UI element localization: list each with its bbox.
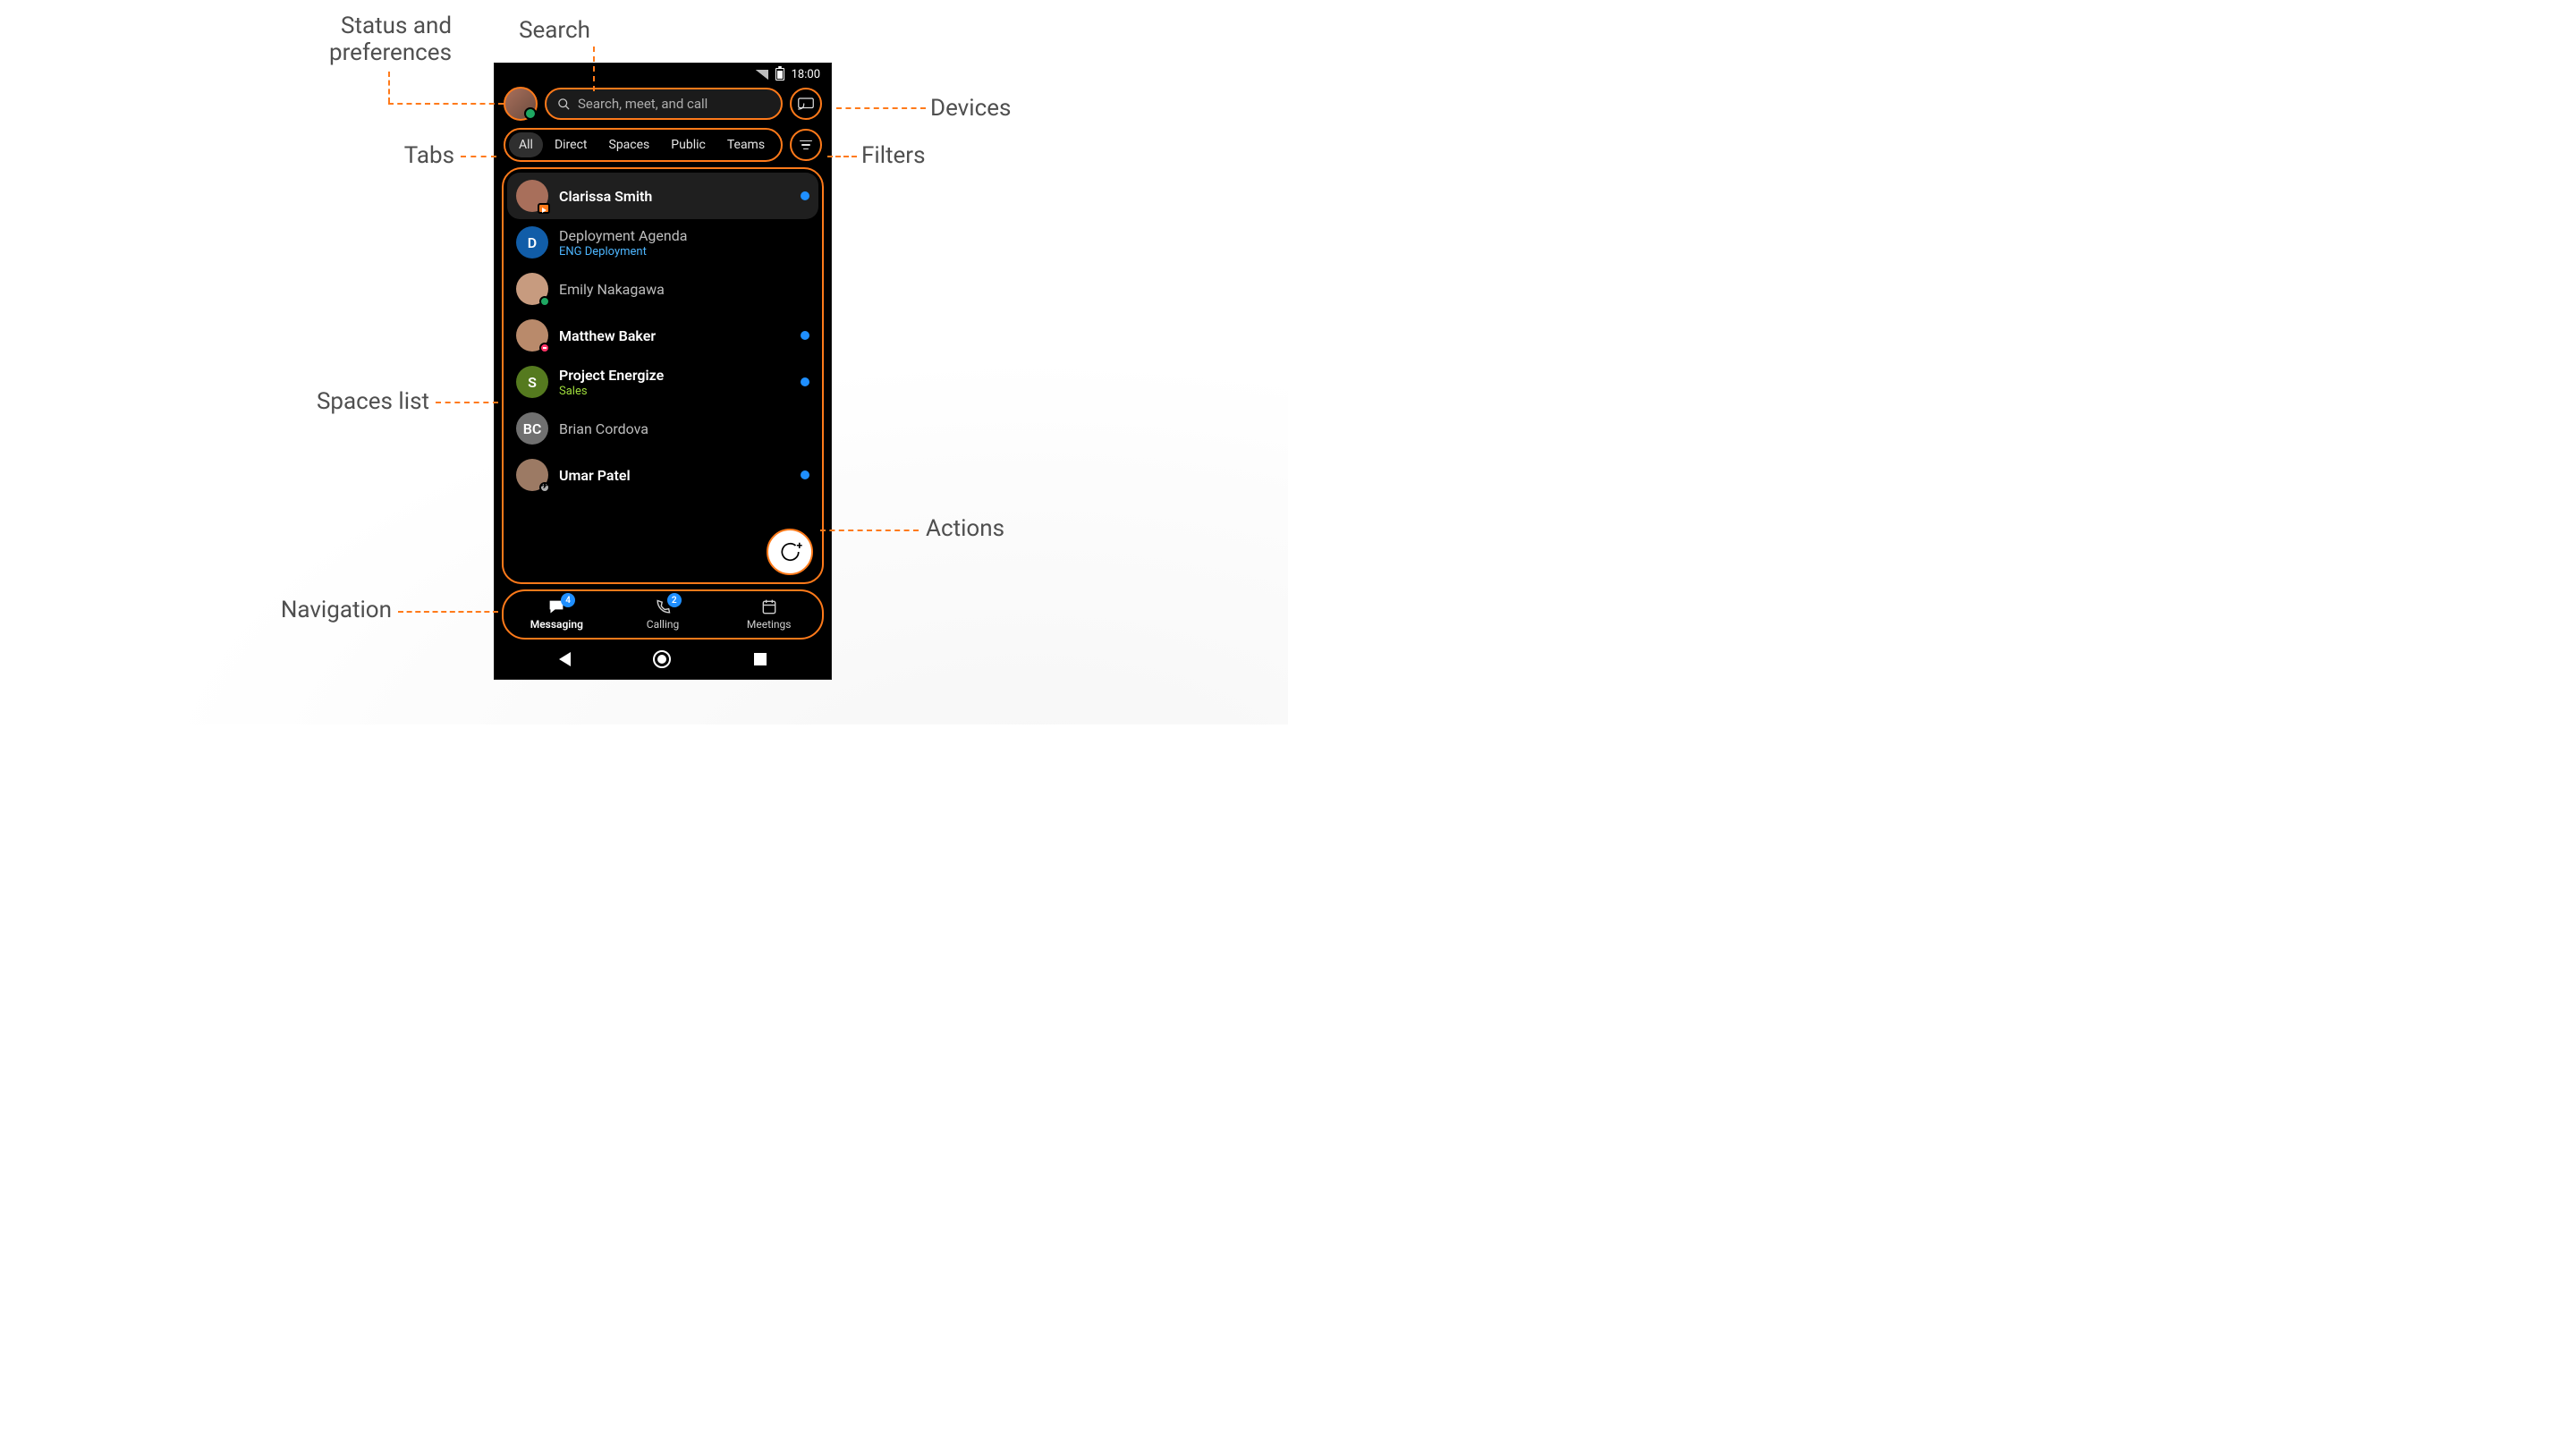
android-nav-bar (495, 640, 831, 679)
callout-spaces-list: Spaces list (268, 389, 429, 416)
nav-badge: 4 (561, 593, 575, 607)
leader (836, 107, 926, 109)
avatar: S (516, 366, 548, 398)
search-icon (557, 97, 571, 111)
meetings-icon (759, 598, 779, 616)
list-item[interactable]: Umar Patel (507, 452, 818, 498)
callout-status-prefs: Status and preferences (246, 13, 452, 67)
leader (388, 103, 504, 105)
cast-icon (798, 97, 814, 110)
presence-dnd-icon (539, 343, 550, 353)
unread-dot-icon (801, 377, 809, 386)
battery-icon (775, 68, 784, 80)
app-header: Search, meet, and call (495, 83, 831, 126)
tab-public[interactable]: Public (661, 132, 716, 157)
new-message-fab[interactable]: + (767, 529, 813, 575)
leader (388, 72, 390, 103)
avatar (516, 459, 548, 491)
avatar (516, 273, 548, 305)
item-title: Emily Nakagawa (559, 281, 809, 298)
unread-dot-icon (801, 470, 809, 479)
tab-direct[interactable]: Direct (545, 132, 597, 157)
avatar (516, 180, 548, 212)
unread-dot-icon (801, 331, 809, 340)
callout-actions: Actions (926, 516, 1004, 543)
nav-label: Messaging (530, 618, 583, 631)
list-item[interactable]: Clarissa Smith (507, 173, 818, 219)
nav-label: Meetings (747, 618, 792, 631)
presence-cam-icon (538, 203, 550, 214)
back-key[interactable] (559, 652, 571, 666)
callout-devices: Devices (930, 96, 1011, 123)
signal-icon (756, 70, 768, 80)
phone-frame: 18:00 Search, meet, and call AllDirectSp… (494, 63, 832, 680)
android-statusbar: 18:00 (495, 64, 831, 83)
nav-meetings[interactable]: Meetings (716, 591, 822, 638)
search-input[interactable]: Search, meet, and call (545, 88, 783, 120)
presence-plane-icon (539, 482, 550, 493)
nav-messaging[interactable]: Messaging 4 (504, 591, 610, 638)
tab-teams[interactable]: Teams (717, 132, 775, 157)
unread-dot-icon (801, 191, 809, 200)
item-title: Project Energize (559, 367, 790, 384)
search-placeholder: Search, meet, and call (578, 96, 708, 112)
item-subtitle: ENG Deployment (559, 245, 809, 258)
callout-search: Search (474, 18, 635, 45)
presence-green-icon (539, 296, 550, 307)
devices-button[interactable] (790, 88, 822, 120)
item-title: Clarissa Smith (559, 188, 790, 205)
nav-label: Calling (647, 618, 679, 631)
leader (827, 156, 857, 157)
nav-calling[interactable]: Calling 2 (610, 591, 716, 638)
item-subtitle: Sales (559, 385, 790, 398)
item-title: Umar Patel (559, 467, 790, 484)
item-title: Brian Cordova (559, 420, 809, 437)
list-item[interactable]: D Deployment AgendaENG Deployment (507, 219, 818, 266)
tabs: AllDirectSpacesPublicTeams (504, 128, 783, 162)
avatar (516, 319, 548, 352)
list-item[interactable]: BC Brian Cordova (507, 405, 818, 452)
plus-icon: + (796, 539, 802, 552)
list-item[interactable]: S Project EnergizeSales (507, 359, 818, 405)
callout-filters: Filters (861, 143, 926, 170)
leader (398, 611, 498, 613)
bottom-nav: Messaging 4 Calling 2 Meetings (502, 589, 824, 640)
spaces-list: Clarissa Smith D Deployment AgendaENG Depl… (502, 167, 824, 584)
nav-badge: 2 (667, 593, 682, 607)
tabs-row: AllDirectSpacesPublicTeams (495, 126, 831, 167)
list-item[interactable]: Emily Nakagawa (507, 266, 818, 312)
filter-button[interactable] (790, 129, 822, 161)
tab-spaces[interactable]: Spaces (599, 132, 660, 157)
tab-all[interactable]: All (509, 132, 543, 157)
leader (593, 47, 595, 91)
item-title: Deployment Agenda (559, 227, 809, 244)
filter-icon (800, 140, 812, 150)
profile-avatar[interactable] (504, 87, 538, 121)
avatar: BC (516, 412, 548, 445)
recents-key[interactable] (754, 653, 767, 665)
leader (820, 530, 919, 531)
leader (461, 156, 496, 157)
clock: 18:00 (792, 68, 820, 81)
callout-tabs: Tabs (340, 143, 454, 170)
item-title: Matthew Baker (559, 327, 790, 344)
callout-navigation: Navigation (249, 597, 392, 624)
leader (436, 402, 498, 403)
home-key[interactable] (653, 650, 671, 668)
list-item[interactable]: Matthew Baker (507, 312, 818, 359)
avatar: D (516, 226, 548, 258)
